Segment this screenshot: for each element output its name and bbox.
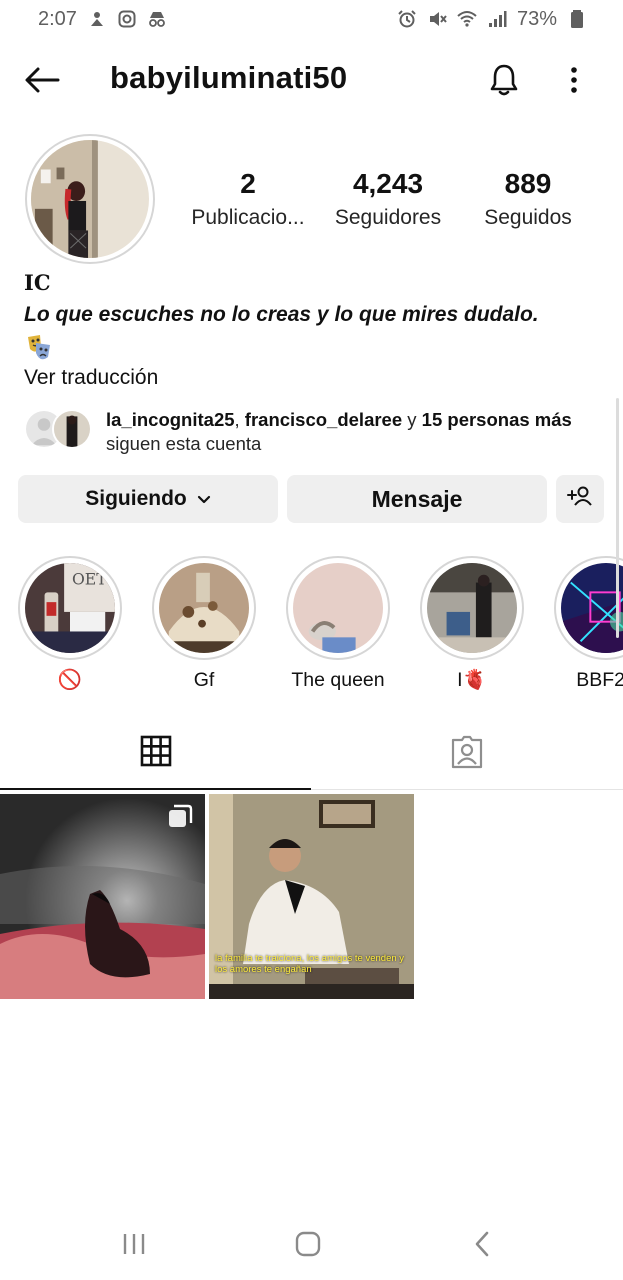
alarm-icon — [397, 9, 417, 29]
multiple-photos-icon — [167, 804, 193, 830]
stat-following[interactable]: 889 Seguidos — [458, 166, 598, 240]
add-user-icon — [566, 485, 594, 513]
highlight-cover — [293, 563, 383, 653]
highlight-cover-ring — [420, 556, 524, 660]
status-time: 2:07 — [38, 7, 77, 30]
highlight-cover-ring — [554, 556, 623, 660]
highlight-item[interactable]: BBF22 — [554, 556, 623, 692]
status-bar: 2:07 73% — [0, 0, 623, 38]
profile-stats: 2 Publicacio... 4,243 Seguidores 889 Seg… — [178, 166, 598, 240]
performing-arts-icon — [24, 333, 54, 363]
highlight-cover — [561, 563, 623, 653]
tab-tagged[interactable] — [311, 718, 622, 790]
system-navigation-bar — [0, 1212, 623, 1276]
stat-posts-count: 2 — [240, 168, 256, 199]
wifi-icon — [457, 9, 477, 29]
suggested-users-button[interactable] — [556, 475, 604, 523]
mutual-user-2[interactable]: francisco_delaree — [245, 409, 402, 430]
highlight-item[interactable]: OET 🚫 — [18, 556, 122, 692]
profile-header: babyiluminati50 — [0, 48, 623, 112]
mutual-separator-2: y — [402, 409, 422, 430]
following-button-label: Siguiendo — [85, 487, 187, 510]
highlight-cover-ring: OET — [18, 556, 122, 660]
signal-icon — [487, 9, 507, 29]
mute-icon — [427, 9, 447, 29]
see-translation-link[interactable]: Ver traducción — [24, 366, 158, 390]
instagram-notification-icon — [117, 9, 137, 29]
highlight-item[interactable]: The queen — [286, 556, 390, 692]
message-button[interactable]: Mensaje — [287, 475, 547, 523]
mutual-others-count[interactable]: 15 personas más — [422, 409, 572, 430]
battery-icon — [567, 9, 587, 29]
highlight-item[interactable]: Gf — [152, 556, 256, 692]
more-options-icon[interactable] — [560, 60, 588, 100]
svg-text:OET: OET — [72, 570, 107, 589]
highlight-label: The queen — [291, 669, 385, 691]
profile-bio: Lo que escuches no lo creas y lo que mir… — [24, 303, 539, 326]
message-button-label: Mensaje — [371, 485, 463, 512]
nav-back-icon[interactable] — [452, 1226, 512, 1262]
followed-by-suffix: siguen esta cuenta — [106, 433, 262, 454]
chevron-down-icon — [197, 487, 211, 511]
following-button[interactable]: Siguiendo — [18, 475, 278, 523]
post-thumbnail[interactable]: la familia te traiciona, los amigos te v… — [209, 794, 414, 999]
stat-followers-label: Seguidores — [334, 206, 442, 229]
mutual-user-1[interactable]: la_incognita25 — [106, 409, 235, 430]
followed-by-row[interactable]: la_incognita25, francisco_delaree y 15 p… — [24, 405, 614, 457]
mutual-avatars — [24, 409, 94, 451]
home-icon[interactable] — [278, 1226, 338, 1262]
avatar-image — [31, 140, 149, 258]
profile-username: babyiluminati50 — [110, 60, 348, 95]
stat-followers-count: 4,243 — [352, 168, 424, 199]
stat-followers[interactable]: 4,243 Seguidores — [318, 166, 458, 240]
status-right: 73% — [397, 8, 587, 31]
highlight-cover: OET — [25, 563, 115, 653]
profile-display-name: IC — [24, 270, 51, 295]
notification-bell-icon[interactable] — [484, 60, 524, 100]
profile-avatar[interactable] — [25, 134, 155, 264]
stat-following-count: 889 — [504, 168, 552, 199]
post-caption-overlay: la familia te traiciona, los amigos te v… — [215, 953, 405, 975]
highlight-label: Gf — [193, 669, 215, 691]
profile-tabs — [0, 718, 623, 790]
highlight-label: BBF22 — [576, 669, 623, 691]
followed-by-text: la_incognita25, francisco_delaree y 15 p… — [106, 408, 572, 456]
status-left: 2:07 — [38, 8, 167, 31]
highlight-cover-ring — [286, 556, 390, 660]
stat-posts[interactable]: 2 Publicacio... — [178, 166, 318, 240]
stat-following-label: Seguidos — [484, 206, 572, 229]
mutual-avatar-2 — [52, 409, 92, 449]
post-thumbnail[interactable] — [0, 794, 205, 999]
battery-percent: 73% — [516, 7, 557, 30]
tagged-person-icon — [450, 735, 484, 774]
recent-apps-icon[interactable] — [104, 1226, 164, 1262]
highlight-label: I🫀 — [457, 669, 487, 691]
upload-notification-icon — [87, 9, 107, 29]
highlight-cover-ring — [152, 556, 256, 660]
grid-icon — [140, 735, 172, 772]
back-arrow-icon[interactable] — [22, 62, 62, 98]
scrollbar[interactable] — [616, 398, 619, 638]
highlight-cover — [427, 563, 517, 653]
incognito-icon — [147, 9, 167, 29]
highlight-cover — [159, 563, 249, 653]
story-highlights: OET 🚫 Gf The queen I🫀 BBF2 — [0, 556, 623, 696]
stat-posts-label: Publicacio... — [191, 206, 305, 229]
tab-posts-grid[interactable] — [0, 718, 311, 790]
highlight-label: 🚫 — [57, 669, 83, 691]
mutual-separator-1: , — [234, 409, 245, 430]
highlight-item[interactable]: I🫀 — [420, 556, 524, 692]
